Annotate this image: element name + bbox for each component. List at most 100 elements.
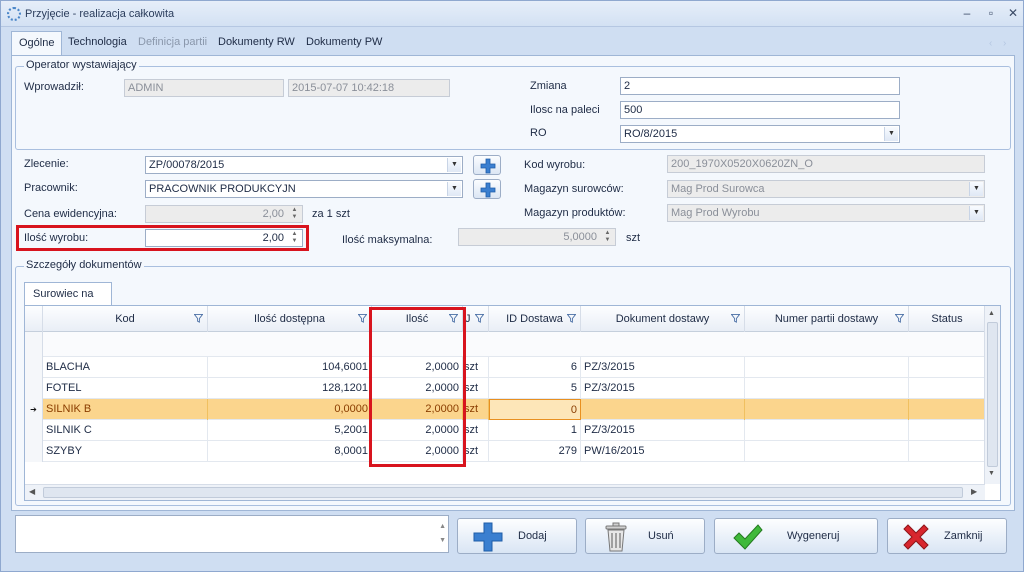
notes-textarea[interactable]: ▲ ▼: [15, 515, 449, 553]
ilosc-max-field: 5,0000 ▲ ▼: [458, 228, 616, 246]
cell-kod[interactable]: FOTEL: [43, 378, 208, 399]
col-j[interactable]: J: [463, 306, 489, 332]
table-row[interactable]: SZYBY 8,0001 2,0000 szt 279 PW/16/2015: [25, 441, 985, 462]
tab-scroll-left-icon[interactable]: ‹: [989, 38, 992, 49]
horizontal-scrollbar[interactable]: ◀ ▶: [25, 484, 985, 500]
scroll-left-icon[interactable]: ◀: [29, 487, 35, 496]
col-numer-partii[interactable]: Numer partii dostawy: [745, 306, 909, 332]
table-row[interactable]: SILNIK C 5,2001 2,0000 szt 1 PZ/3/2015: [25, 420, 985, 441]
usun-button[interactable]: Usuń: [585, 518, 705, 554]
chevron-down-icon[interactable]: ▼: [447, 158, 461, 172]
pracownik-select[interactable]: PRACOWNIK PRODUKCYJN ▼: [145, 180, 463, 198]
checkmark-icon: [733, 524, 763, 550]
table-row[interactable]: BLACHA 104,6001 2,0000 szt 6 PZ/3/2015: [25, 357, 985, 378]
cell-partia[interactable]: [745, 357, 909, 378]
cell-dostepna[interactable]: 0,0000: [208, 399, 372, 420]
tab-ogolne[interactable]: Ogólne: [11, 31, 63, 56]
cell-j[interactable]: szt: [463, 378, 489, 399]
scroll-up-icon[interactable]: ▲: [988, 310, 995, 317]
cell-kod[interactable]: SILNIK C: [43, 420, 208, 441]
scroll-right-icon[interactable]: ▶: [971, 487, 977, 496]
zlecenie-select[interactable]: ZP/00078/2015 ▼: [145, 156, 463, 174]
ilosc-na-palecie-label: Ilosc na paleci: [530, 104, 600, 116]
ro-value: RO/8/2015: [624, 128, 678, 140]
filter-icon[interactable]: [475, 314, 484, 323]
cell-j[interactable]: szt: [463, 420, 489, 441]
cell-dokument[interactable]: PZ/3/2015: [581, 420, 745, 441]
cell-dokument[interactable]: [581, 399, 745, 420]
ilosc-wyrobu-field[interactable]: 2,00 ▲ ▼: [145, 229, 303, 247]
cell-kod[interactable]: SZYBY: [43, 441, 208, 462]
cell-dostepna[interactable]: 5,2001: [208, 420, 372, 441]
textarea-spin-icon[interactable]: ▲ ▼: [439, 520, 446, 548]
cell-dokument[interactable]: PZ/3/2015: [581, 357, 745, 378]
filter-icon[interactable]: [731, 314, 740, 323]
tab-surowiec-na-rw[interactable]: Surowiec na RW: [24, 282, 112, 322]
cell-status[interactable]: [909, 378, 985, 399]
cell-id-dostawa[interactable]: 5: [489, 378, 581, 399]
cell-dokument[interactable]: PW/16/2015: [581, 441, 745, 462]
cell-dokument[interactable]: PZ/3/2015: [581, 378, 745, 399]
plus-icon: [480, 182, 496, 198]
cell-status[interactable]: [909, 420, 985, 441]
cell-j[interactable]: szt: [463, 399, 489, 420]
scroll-thumb[interactable]: [987, 322, 998, 467]
add-zlecenie-button[interactable]: [473, 155, 501, 175]
cell-status[interactable]: [909, 399, 985, 420]
wygeneruj-button[interactable]: Wygeneruj: [714, 518, 878, 554]
close-icon[interactable]: ✕: [1005, 6, 1021, 20]
cell-kod[interactable]: SILNIK B: [43, 399, 208, 420]
dodaj-button[interactable]: Dodaj: [457, 518, 577, 554]
filter-icon[interactable]: [567, 314, 576, 323]
ilosc-max-value: 5,0000: [563, 231, 597, 243]
tab-technologia[interactable]: Technologia: [61, 31, 134, 55]
cell-partia[interactable]: [745, 378, 909, 399]
vertical-scrollbar[interactable]: ▲ ▼: [984, 306, 1000, 484]
cell-j[interactable]: szt: [463, 441, 489, 462]
filter-icon[interactable]: [358, 314, 367, 323]
col-status[interactable]: Status: [909, 306, 985, 332]
cell-id-dostawa[interactable]: 1: [489, 420, 581, 441]
cell-status[interactable]: [909, 357, 985, 378]
col-kod[interactable]: Kod: [43, 306, 208, 332]
chevron-down-icon[interactable]: ▼: [884, 127, 898, 141]
tab-scroll-right-icon[interactable]: ›: [1003, 38, 1006, 49]
cell-id-dostawa-focused[interactable]: 0: [489, 399, 581, 420]
cell-dostepna[interactable]: 104,6001: [208, 357, 372, 378]
col-id-dostawa[interactable]: ID Dostawa: [489, 306, 581, 332]
scroll-down-icon[interactable]: ▼: [988, 470, 995, 477]
cell-id-dostawa[interactable]: 279: [489, 441, 581, 462]
ilosc-na-palecie-field[interactable]: 500: [620, 101, 900, 119]
add-pracownik-button[interactable]: [473, 179, 501, 199]
cell-partia[interactable]: [745, 399, 909, 420]
cell-dostepna[interactable]: 8,0001: [208, 441, 372, 462]
tab-dokumenty-rw[interactable]: Dokumenty RW: [211, 31, 302, 55]
cell-dostepna[interactable]: 128,1201: [208, 378, 372, 399]
cell-kod[interactable]: BLACHA: [43, 357, 208, 378]
cell-partia[interactable]: [745, 420, 909, 441]
cell-status[interactable]: [909, 441, 985, 462]
spin-icon[interactable]: ▲ ▼: [288, 231, 301, 245]
mag-produktow-select: Mag Prod Wyrobu ▼: [667, 204, 985, 222]
chevron-down-icon[interactable]: ▼: [447, 182, 461, 196]
filter-icon[interactable]: [194, 314, 203, 323]
col-ilosc-dostepna[interactable]: Ilość dostępna: [208, 306, 372, 332]
table-row[interactable]: FOTEL 128,1201 2,0000 szt 5 PZ/3/2015: [25, 378, 985, 399]
tab-dokumenty-pw[interactable]: Dokumenty PW: [299, 31, 389, 55]
ro-label: RO: [530, 127, 547, 139]
col-dokument-dostawy[interactable]: Dokument dostawy: [581, 306, 745, 332]
ro-select[interactable]: RO/8/2015 ▼: [620, 125, 900, 143]
filter-icon[interactable]: [895, 314, 904, 323]
hscroll-thumb[interactable]: [43, 487, 963, 498]
filter-row[interactable]: [25, 332, 985, 357]
minimize-icon[interactable]: –: [959, 6, 975, 20]
cell-partia[interactable]: [745, 441, 909, 462]
table-row-selected[interactable]: ➔ SILNIK B 0,0000 2,0000 szt 0: [25, 399, 985, 420]
zmiana-field[interactable]: 2: [620, 77, 900, 95]
maximize-icon[interactable]: ▫: [983, 6, 999, 20]
zamknij-button[interactable]: Zamknij: [887, 518, 1007, 554]
cell-id-dostawa[interactable]: 6: [489, 357, 581, 378]
cena-field: 2,00 ▲ ▼: [145, 205, 303, 223]
zlecenie-value: ZP/00078/2015: [149, 159, 225, 171]
cell-j[interactable]: szt: [463, 357, 489, 378]
